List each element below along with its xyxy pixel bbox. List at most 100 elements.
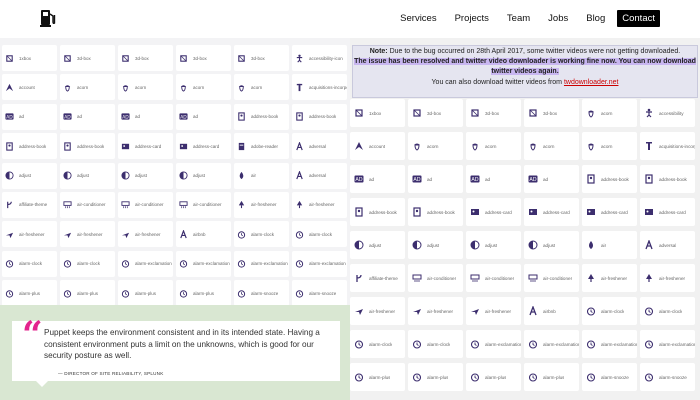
icon-tile[interactable]: accessibility xyxy=(640,99,695,127)
icon-tile[interactable]: air-freshener xyxy=(466,297,521,325)
icon-tile[interactable]: alarm-clock xyxy=(408,330,463,358)
icon-tile[interactable]: address-book xyxy=(640,165,695,193)
icon-tile[interactable]: alarm-snooze xyxy=(234,280,289,307)
icon-tile[interactable]: AD ad xyxy=(60,103,115,130)
icon-tile[interactable]: air-conditioner xyxy=(176,191,231,218)
icon-tile[interactable]: alarm-plus xyxy=(524,363,579,391)
icon-tile[interactable]: alarm-snooze xyxy=(640,363,695,391)
icon-tile[interactable]: AD ad xyxy=(524,165,579,193)
icon-tile[interactable]: 3d-box xyxy=(234,45,289,71)
icon-tile[interactable]: acorn xyxy=(582,132,637,160)
icon-tile[interactable]: address-book xyxy=(2,133,57,160)
icon-tile[interactable]: adjust xyxy=(466,231,521,259)
icon-tile[interactable]: adjust xyxy=(176,162,231,189)
icon-tile[interactable]: adjust xyxy=(2,162,57,189)
icon-tile[interactable]: 3d-box xyxy=(408,99,463,127)
icon-tile[interactable]: adversal xyxy=(292,133,347,160)
icon-tile[interactable]: adjust xyxy=(408,231,463,259)
icon-tile[interactable]: adversal xyxy=(640,231,695,259)
icon-tile[interactable]: AD ad xyxy=(2,103,57,130)
icon-tile[interactable]: alarm-exclamation xyxy=(582,330,637,358)
icon-tile[interactable]: address-card xyxy=(640,198,695,226)
icon-tile[interactable]: alarm-plus xyxy=(350,363,405,391)
icon-tile[interactable]: air-conditioner xyxy=(408,264,463,292)
icon-tile[interactable]: acorn xyxy=(176,74,231,101)
icon-tile[interactable]: account xyxy=(2,74,57,101)
icon-tile[interactable]: alarm-exclamation xyxy=(466,330,521,358)
icon-tile[interactable]: acorn xyxy=(408,132,463,160)
icon-tile[interactable]: alarm-plus xyxy=(176,280,231,307)
icon-tile[interactable]: address-card xyxy=(466,198,521,226)
icon-tile[interactable]: address-book xyxy=(350,198,405,226)
icon-tile[interactable]: alarm-clock xyxy=(582,297,637,325)
icon-tile[interactable]: alarm-plus xyxy=(118,280,173,307)
nav-link-jobs[interactable]: Jobs xyxy=(548,10,568,27)
nav-link-services[interactable]: Services xyxy=(400,10,436,27)
icon-tile[interactable]: alarm-plus xyxy=(466,363,521,391)
nav-link-blog[interactable]: Blog xyxy=(586,10,605,27)
icon-tile[interactable]: address-book xyxy=(582,165,637,193)
icon-tile[interactable]: adjust xyxy=(60,162,115,189)
icon-tile[interactable]: 1xbox xyxy=(2,45,57,71)
icon-tile[interactable]: air-conditioner xyxy=(118,191,173,218)
icon-tile[interactable]: adobe-reader xyxy=(234,133,289,160)
icon-tile[interactable]: 3d-box xyxy=(466,99,521,127)
icon-tile[interactable]: air-freshener xyxy=(582,264,637,292)
icon-tile[interactable]: air-freshener xyxy=(60,221,115,248)
icon-tile[interactable]: air-freshener xyxy=(234,191,289,218)
icon-tile[interactable]: acorn xyxy=(234,74,289,101)
icon-tile[interactable]: acorn xyxy=(466,132,521,160)
icon-tile[interactable]: alarm-clock xyxy=(350,330,405,358)
icon-tile[interactable]: alarm-snooze xyxy=(292,280,347,307)
icon-tile[interactable]: alarm-clock xyxy=(2,250,57,277)
icon-tile[interactable]: alarm-exclamation xyxy=(640,330,695,358)
icon-tile[interactable]: alarm-exclamation xyxy=(234,250,289,277)
icon-tile[interactable]: AD ad xyxy=(408,165,463,193)
icon-tile[interactable]: AD ad xyxy=(466,165,521,193)
icon-tile[interactable]: 3d-box xyxy=(524,99,579,127)
icon-tile[interactable]: air-freshener xyxy=(640,264,695,292)
icon-tile[interactable]: alarm-clock xyxy=(640,297,695,325)
icon-tile[interactable]: address-book xyxy=(408,198,463,226)
icon-tile[interactable]: alarm-clock xyxy=(60,250,115,277)
icon-tile[interactable]: alarm-exclamation xyxy=(118,250,173,277)
icon-tile[interactable]: alarm-snooze xyxy=(582,363,637,391)
icon-tile[interactable]: AD ad xyxy=(350,165,405,193)
icon-tile[interactable]: air-freshener xyxy=(350,297,405,325)
fuel-pump-logo-icon[interactable] xyxy=(40,9,56,27)
icon-tile[interactable]: 3d-box xyxy=(60,45,115,71)
icon-tile[interactable]: alarm-plus xyxy=(2,280,57,307)
icon-tile[interactable]: air-freshener xyxy=(118,221,173,248)
icon-tile[interactable]: adjust xyxy=(524,231,579,259)
icon-tile[interactable]: acorn xyxy=(118,74,173,101)
icon-tile[interactable]: air-conditioner xyxy=(60,191,115,218)
icon-tile[interactable]: adversal xyxy=(292,162,347,189)
icon-tile[interactable]: alarm-clock xyxy=(234,221,289,248)
icon-tile[interactable]: air-conditioner xyxy=(524,264,579,292)
icon-tile[interactable]: alarm-exclamation xyxy=(176,250,231,277)
contact-button[interactable]: Contact xyxy=(617,10,660,27)
icon-tile[interactable]: 1xbox xyxy=(350,99,405,127)
icon-tile[interactable]: 3d-box xyxy=(118,45,173,71)
nav-link-projects[interactable]: Projects xyxy=(455,10,489,27)
icon-tile[interactable]: address-card xyxy=(118,133,173,160)
icon-tile[interactable]: air-freshener xyxy=(292,191,347,218)
icon-tile[interactable]: air xyxy=(234,162,289,189)
icon-tile[interactable]: adjust xyxy=(350,231,405,259)
icon-tile[interactable]: affiliate-theme xyxy=(2,191,57,218)
icon-tile[interactable]: 3d-box xyxy=(176,45,231,71)
icon-tile[interactable]: address-book xyxy=(234,103,289,130)
icon-tile[interactable]: air xyxy=(582,231,637,259)
icon-tile[interactable]: air-conditioner xyxy=(466,264,521,292)
icon-tile[interactable]: air-freshener xyxy=(408,297,463,325)
icon-tile[interactable]: acorn xyxy=(524,132,579,160)
icon-tile[interactable]: address-card xyxy=(582,198,637,226)
icon-tile[interactable]: acorn xyxy=(60,74,115,101)
icon-tile[interactable]: adjust xyxy=(118,162,173,189)
twdownloader-link[interactable]: twdownloader.net xyxy=(564,79,618,86)
icon-tile[interactable]: alarm-plus xyxy=(60,280,115,307)
icon-tile[interactable]: acquisitions-incorporated xyxy=(292,74,347,101)
icon-tile[interactable]: airbnb xyxy=(524,297,579,325)
icon-tile[interactable]: acquisitions-incorporated xyxy=(640,132,695,160)
icon-tile[interactable]: affiliate-theme xyxy=(350,264,405,292)
